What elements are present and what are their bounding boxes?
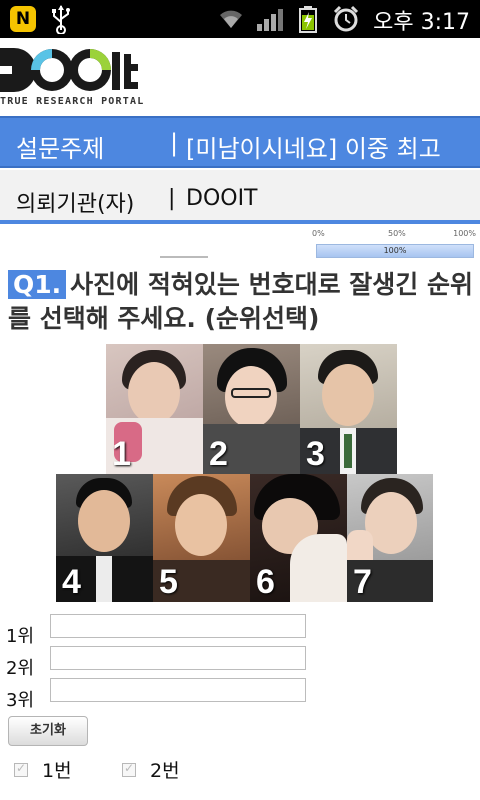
- rank-input-3[interactable]: [50, 678, 306, 702]
- candidate-photo-5: 5: [153, 474, 250, 602]
- survey-topic-bar: 설문주제 | [미남이시네요] 이중 최고: [0, 116, 480, 168]
- option-label: 2번: [150, 760, 180, 782]
- topic-value: [미남이시네요] 이중 최고: [186, 135, 441, 163]
- status-bar: N 오후 3:17: [0, 0, 480, 38]
- progress-tick-0: 0%: [312, 229, 325, 238]
- requester-value: DOOIT: [186, 186, 258, 211]
- checkbox[interactable]: [122, 761, 136, 777]
- usb-icon: [52, 5, 70, 34]
- logo-tagline: TRUE RESEARCH PORTAL: [0, 96, 145, 107]
- divider: [160, 256, 208, 258]
- candidate-photo-6: 6: [250, 474, 347, 602]
- question-number: Q1.: [8, 270, 67, 299]
- photo-number: 7: [353, 563, 372, 601]
- topic-label: 설문주제: [16, 135, 105, 163]
- rank-label-1: 1위: [6, 626, 35, 647]
- wifi-icon: [220, 10, 242, 28]
- rank-label-3: 3위: [6, 690, 35, 711]
- topic-separator: |: [170, 129, 179, 157]
- candidate-photo-7: 7: [347, 474, 433, 602]
- photo-number: 1: [112, 435, 131, 473]
- candidate-photo-1: 1: [106, 344, 203, 474]
- alarm-icon: [333, 5, 359, 32]
- clock: 오후 3:17: [373, 10, 470, 35]
- progress-value: 100%: [383, 246, 407, 255]
- progress-area: 0% 50% 100% 100%: [0, 226, 480, 262]
- rank-input-1[interactable]: [50, 614, 306, 638]
- photo-number: 4: [62, 563, 81, 601]
- photo-number: 2: [209, 435, 228, 473]
- naver-app-icon: N: [10, 6, 36, 32]
- reset-button[interactable]: 초기화: [8, 716, 88, 746]
- rank-label-2: 2위: [6, 658, 35, 679]
- signal-icon: [257, 9, 283, 31]
- progress-tick-50: 50%: [388, 229, 406, 238]
- progress-tick-100: 100%: [453, 229, 476, 238]
- candidate-photo-3: 3: [300, 344, 397, 474]
- progress-bar: 100%: [316, 244, 474, 258]
- requester-bar: 의뢰기관(자) | DOOIT: [0, 170, 480, 224]
- option-2[interactable]: 2번: [122, 756, 180, 783]
- rank-input-2[interactable]: [50, 646, 306, 670]
- question: Q1. 사진에 적혀있는 번호대로 잘생긴 순위를 선택해 주세요. (순위선택): [8, 268, 474, 336]
- logo-area: TRUE RESEARCH PORTAL: [0, 38, 480, 114]
- candidate-photo-2: 2: [203, 344, 300, 474]
- dooit-logo[interactable]: [0, 44, 140, 96]
- requester-label: 의뢰기관(자): [16, 192, 135, 217]
- requester-separator: |: [168, 186, 176, 211]
- photo-number: 6: [256, 563, 275, 601]
- checkbox[interactable]: [14, 761, 28, 777]
- option-1[interactable]: 1번: [14, 756, 72, 783]
- progress-scale: 0% 50% 100%: [312, 229, 476, 241]
- photo-number: 5: [159, 563, 178, 601]
- question-text: 사진에 적혀있는 번호대로 잘생긴 순위를 선택해 주세요. (순위선택): [8, 270, 473, 333]
- option-label: 1번: [42, 760, 72, 782]
- photo-number: 3: [306, 435, 325, 473]
- battery-charging-icon: [299, 6, 317, 33]
- candidate-photo-4: 4: [56, 474, 153, 602]
